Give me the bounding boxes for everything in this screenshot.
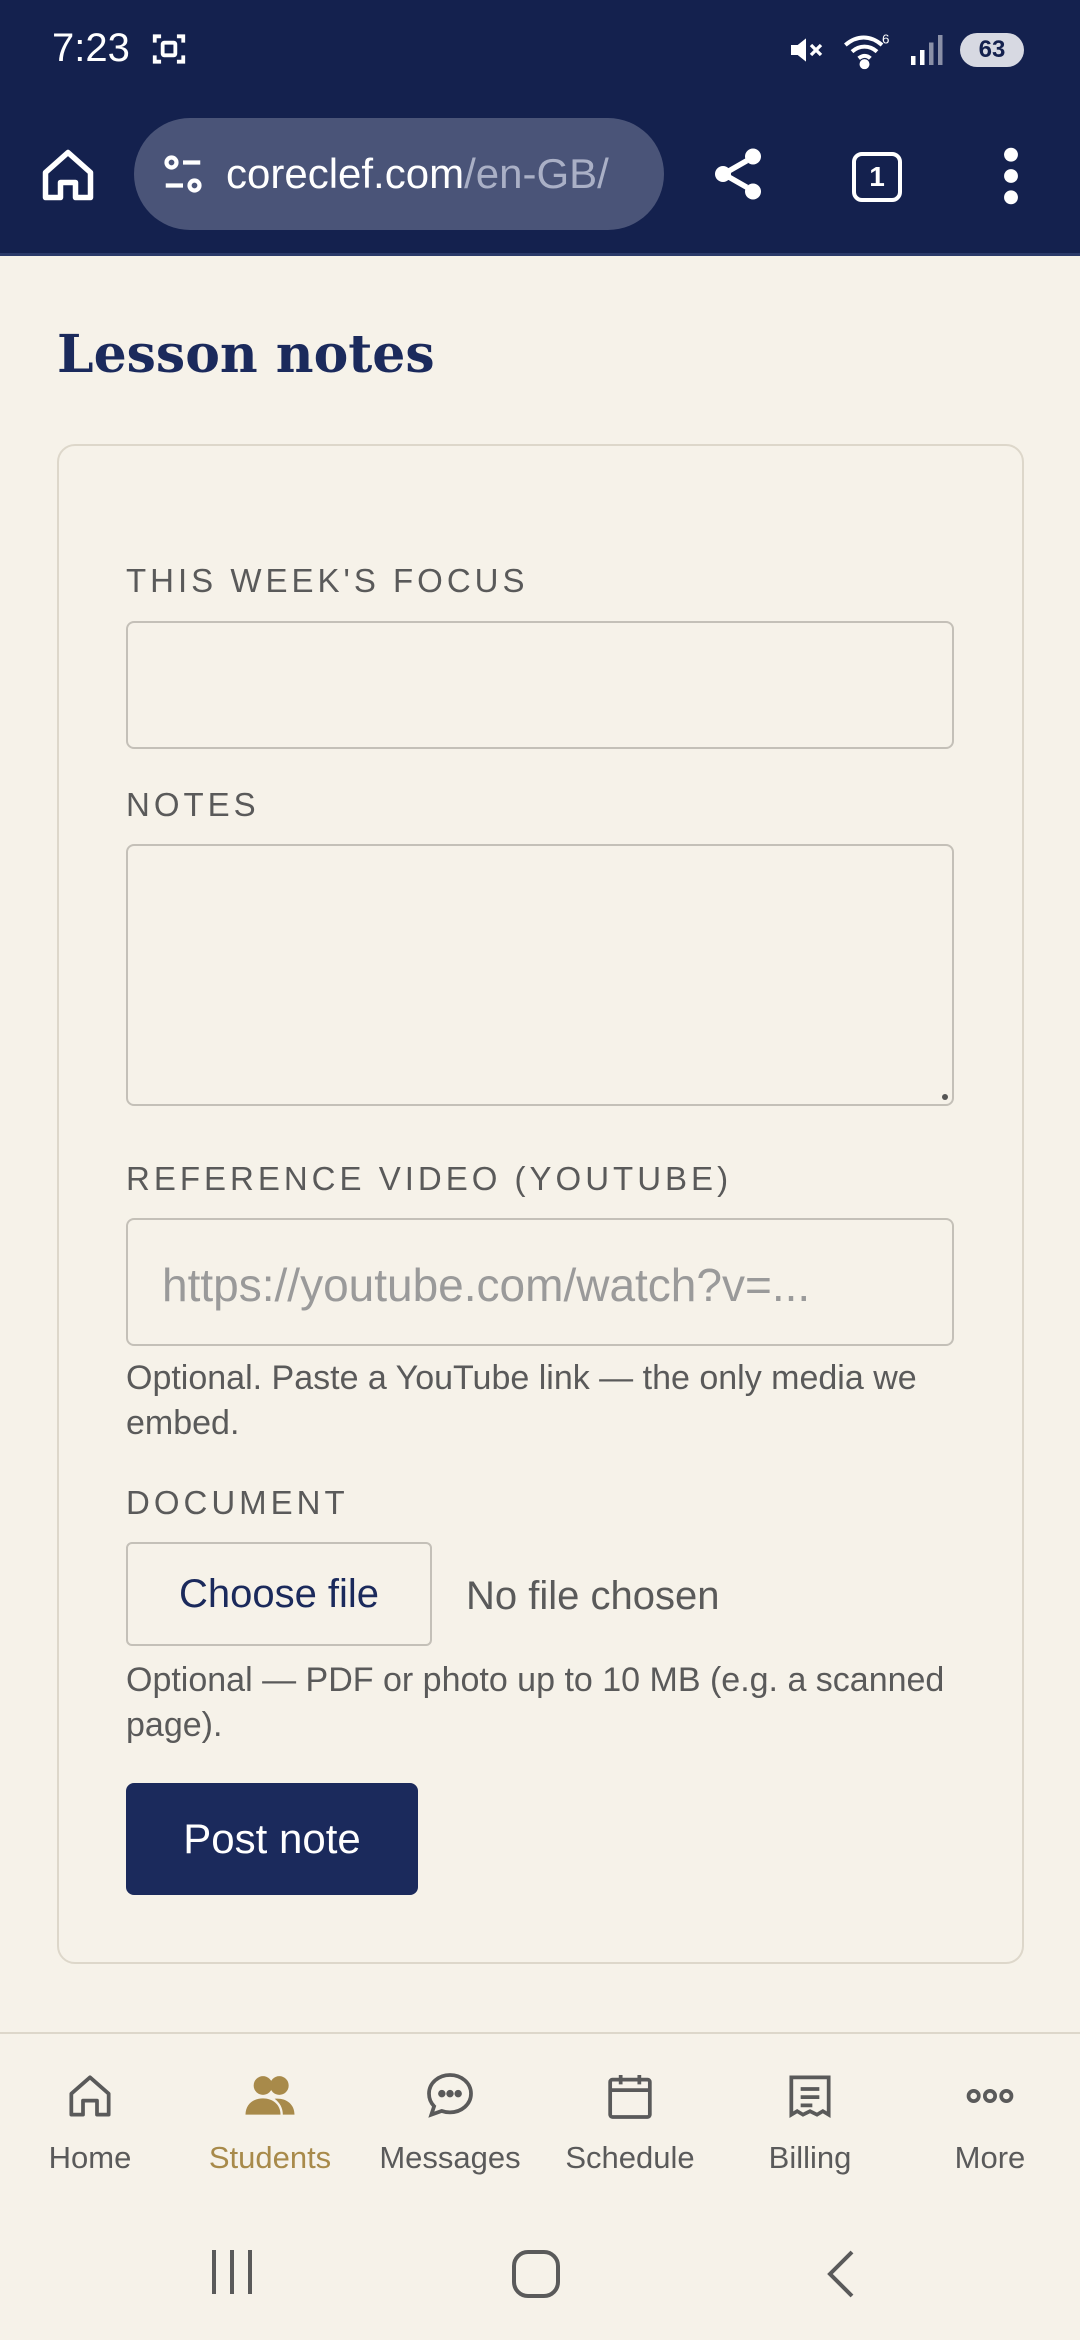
nav-billing[interactable]: Billing	[720, 2034, 900, 2202]
overflow-menu-icon[interactable]	[996, 144, 1026, 208]
nav-schedule[interactable]: Schedule	[540, 2034, 720, 2202]
nav-home[interactable]: Home	[0, 2034, 180, 2202]
notes-textarea[interactable]	[126, 844, 954, 1106]
bottom-nav: Home Students Messages Schedule Billing …	[0, 2032, 1080, 2202]
nav-more[interactable]: More	[900, 2034, 1080, 2202]
share-icon[interactable]	[708, 144, 768, 204]
battery-indicator: 63	[960, 33, 1024, 67]
system-nav-bar	[0, 2202, 1080, 2340]
wifi-icon: 6	[844, 31, 889, 70]
status-icons: 6 63	[786, 30, 1024, 70]
nav-label: Billing	[768, 2140, 852, 2175]
nav-label: More	[954, 2140, 1026, 2175]
notes-label: NOTES	[126, 786, 260, 823]
more-icon	[966, 2089, 1014, 2104]
choose-file-button[interactable]: Choose file	[126, 1542, 432, 1646]
video-url-input[interactable]: https://youtube.com/watch?v=...	[126, 1218, 954, 1346]
focus-input[interactable]	[126, 621, 954, 749]
receipt-icon	[789, 2075, 831, 2118]
students-icon	[245, 2076, 295, 2115]
url-bar[interactable]: coreclef.com/en-GB/	[134, 118, 664, 230]
nav-messages[interactable]: Messages	[360, 2034, 540, 2202]
recent-apps-icon[interactable]	[208, 2248, 258, 2296]
nav-students[interactable]: Students	[180, 2034, 360, 2202]
calendar-icon	[608, 2075, 652, 2119]
nav-label: Students	[208, 2140, 332, 2175]
nav-label: Messages	[379, 2140, 521, 2175]
focus-label: THIS WEEK'S FOCUS	[126, 562, 529, 599]
video-help-text: Optional. Paste a YouTube link — the onl…	[126, 1359, 917, 1442]
nav-label: Home	[48, 2140, 132, 2175]
home-icon[interactable]	[38, 145, 98, 205]
post-note-button[interactable]: Post note	[126, 1783, 418, 1895]
site-settings-icon[interactable]	[160, 151, 206, 197]
url-text: coreclef.com/en-GB/	[226, 150, 609, 197]
page-title: Lesson notes	[57, 324, 435, 385]
wifi-badge: 6	[882, 31, 889, 46]
document-label: DOCUMENT	[126, 1484, 349, 1521]
back-icon[interactable]	[822, 2248, 858, 2300]
video-url-placeholder: https://youtube.com/watch?v=...	[162, 1259, 811, 1311]
status-bar: 7:23 6 63	[0, 0, 1080, 100]
browser-toolbar: coreclef.com/en-GB/ 1	[0, 100, 1080, 256]
tab-switcher-button[interactable]: 1	[852, 152, 902, 202]
status-time: 7:23	[52, 26, 130, 70]
screenshot-icon	[152, 34, 186, 64]
document-help-text: Optional — PDF or photo up to 10 MB (e.g…	[126, 1661, 945, 1744]
messages-icon	[427, 2073, 473, 2118]
resize-handle[interactable]	[942, 1094, 948, 1100]
mute-icon	[791, 38, 823, 62]
home-nav-icon[interactable]	[510, 2248, 562, 2300]
home-icon	[69, 2075, 111, 2117]
video-label: REFERENCE VIDEO (YOUTUBE)	[126, 1160, 733, 1197]
file-status: No file chosen	[466, 1574, 720, 1618]
nav-label: Schedule	[565, 2140, 695, 2175]
signal-icon	[911, 35, 943, 65]
